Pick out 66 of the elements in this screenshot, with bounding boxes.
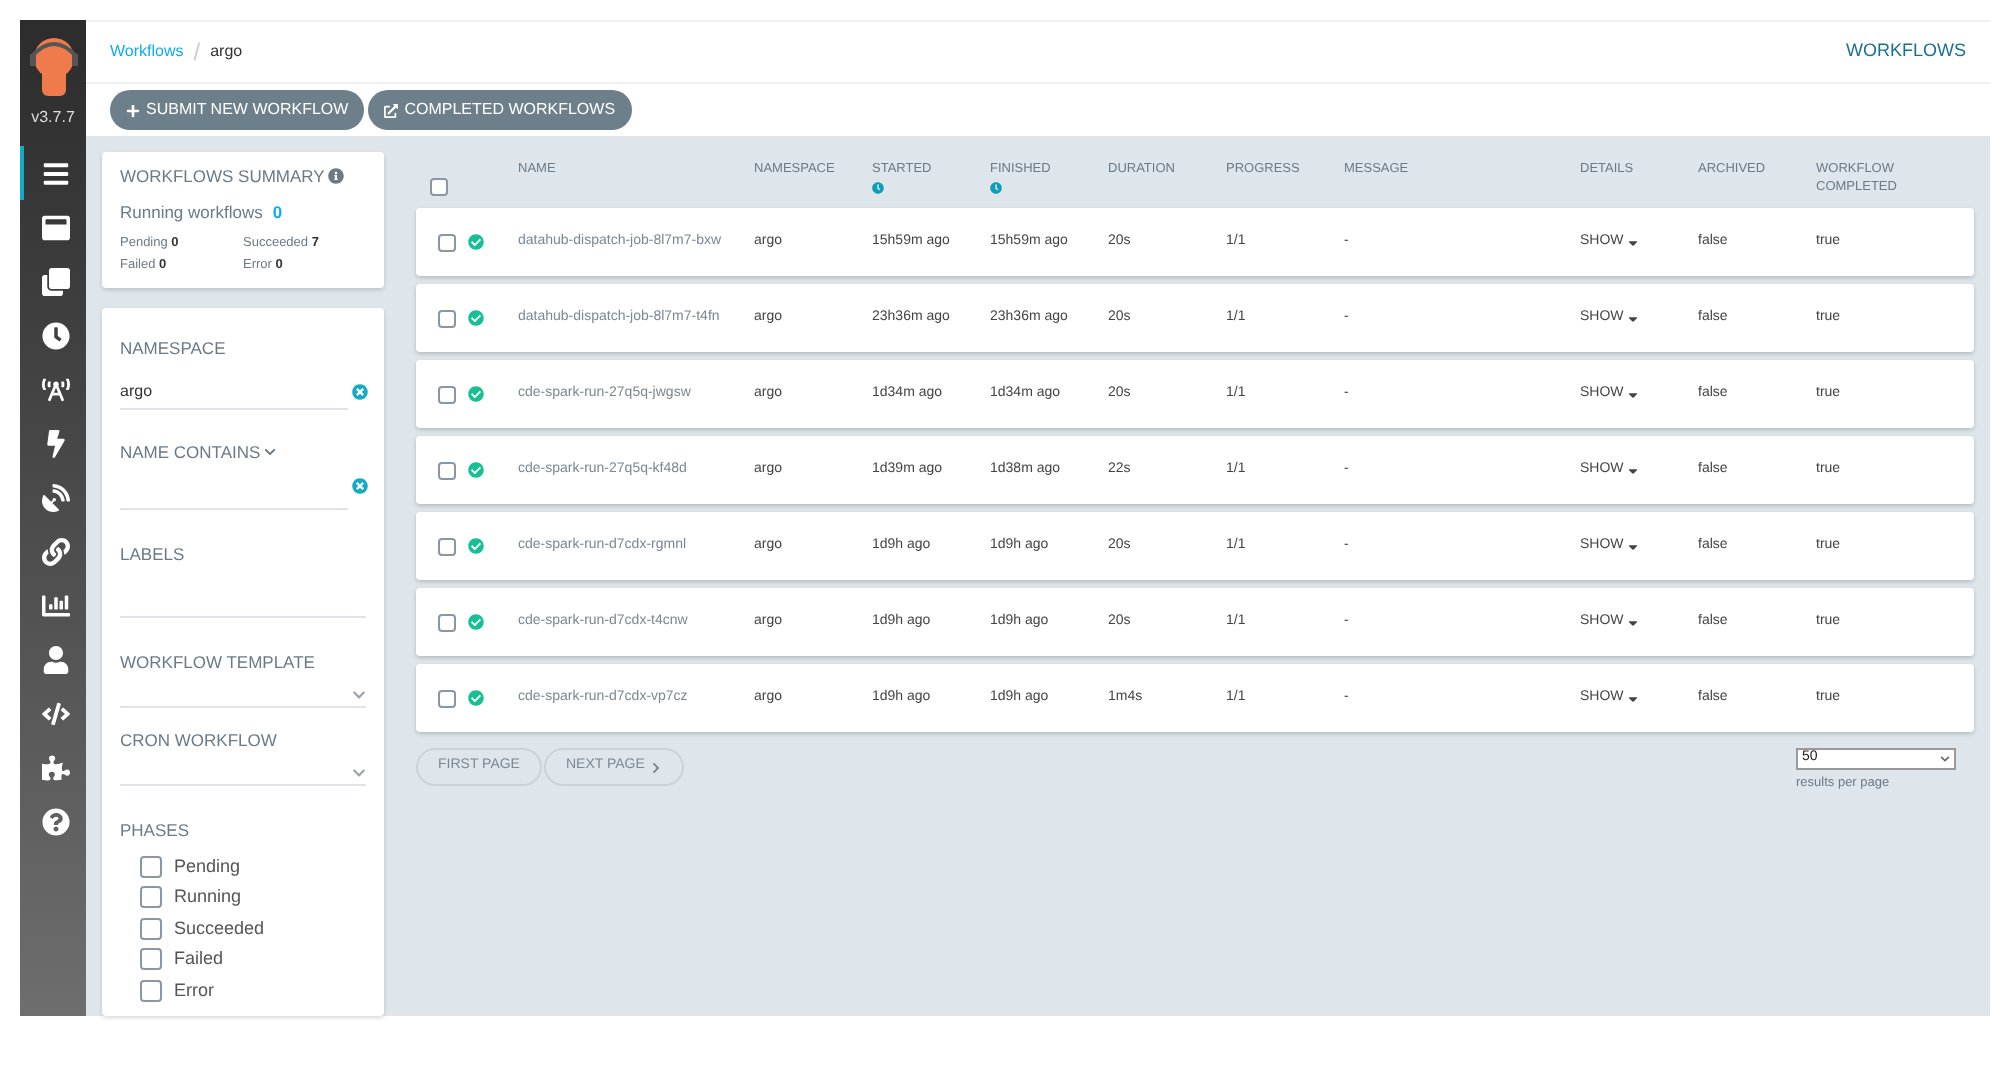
caret-icon [1625,539,1640,553]
filter-label: WORKFLOW TEMPLATE [120,650,317,676]
chevron-down-icon [264,446,277,459]
phase-label: Error [174,977,214,1003]
phase-label: Succeeded [174,915,265,941]
caret-icon [1625,691,1640,705]
checkbox[interactable] [438,309,456,327]
checkbox[interactable] [140,917,162,940]
clear-icon[interactable] [352,478,368,494]
external-link-icon [384,103,399,117]
chevron-down-icon [1940,754,1950,764]
checkbox[interactable] [140,855,162,878]
stacked-windows-icon [41,267,69,295]
filter-label: PHASES [120,817,191,843]
checkbox[interactable] [140,948,162,971]
breadcrumb-current: argo [210,40,243,64]
filter-label: LABELS [120,541,187,567]
caret-icon [1625,615,1640,629]
help-icon [41,807,69,835]
caret-icon [1625,311,1640,325]
lightning-icon [41,429,69,457]
filter-label: CRON WORKFLOW [120,728,279,754]
user-icon [41,645,69,673]
sort-clock-icon[interactable] [990,182,1002,194]
phase-label: Pending [174,853,241,880]
phase-label: Failed [174,946,224,972]
summary-title: WORKFLOWS SUMMARY [120,164,325,190]
filter-label: NAME CONTAINS [120,439,261,465]
antenna-icon [41,375,69,403]
checkbox[interactable] [140,979,162,1002]
checkbox[interactable] [438,385,456,403]
link-icon [41,537,69,565]
puzzle-icon [41,753,69,781]
checkbox[interactable] [438,537,456,555]
chevron-down-icon [352,765,366,780]
menu-icon [41,159,69,187]
checkbox[interactable] [438,613,456,631]
checkbox[interactable] [438,233,456,251]
running-count: 0 [272,199,283,225]
toolbar-button[interactable]: COMPLETED WORKFLOWS [368,90,632,130]
chevron-down-icon [352,688,366,702]
info-icon [328,168,345,185]
caret-icon [1625,235,1640,249]
checkbox[interactable] [140,886,162,909]
page-title: WORKFLOWS [1846,38,1966,65]
caret-icon [1625,387,1640,401]
namespace-field[interactable]: argo [120,377,348,410]
breadcrumb-separator: / [193,36,201,70]
checkbox[interactable] [430,178,448,196]
satellite-dish-icon [41,483,69,511]
toolbar-button[interactable]: SUBMIT NEW WORKFLOW [110,90,365,130]
chevron-right-icon [650,761,663,773]
running-label: Running workflows [120,199,263,225]
filter-label: NAMESPACE [120,336,228,362]
checkbox[interactable] [438,689,456,707]
window-icon [41,213,69,241]
clock-icon [41,321,69,349]
bar-chart-icon [41,591,69,619]
phase-label: Running [174,884,242,910]
sort-clock-icon[interactable] [872,182,884,194]
code-icon [41,699,69,727]
version-label: v3.7.7 [31,106,75,130]
plus-icon [126,103,140,117]
clear-icon[interactable] [352,384,368,401]
caret-icon [1625,463,1640,477]
checkbox[interactable] [438,461,456,479]
